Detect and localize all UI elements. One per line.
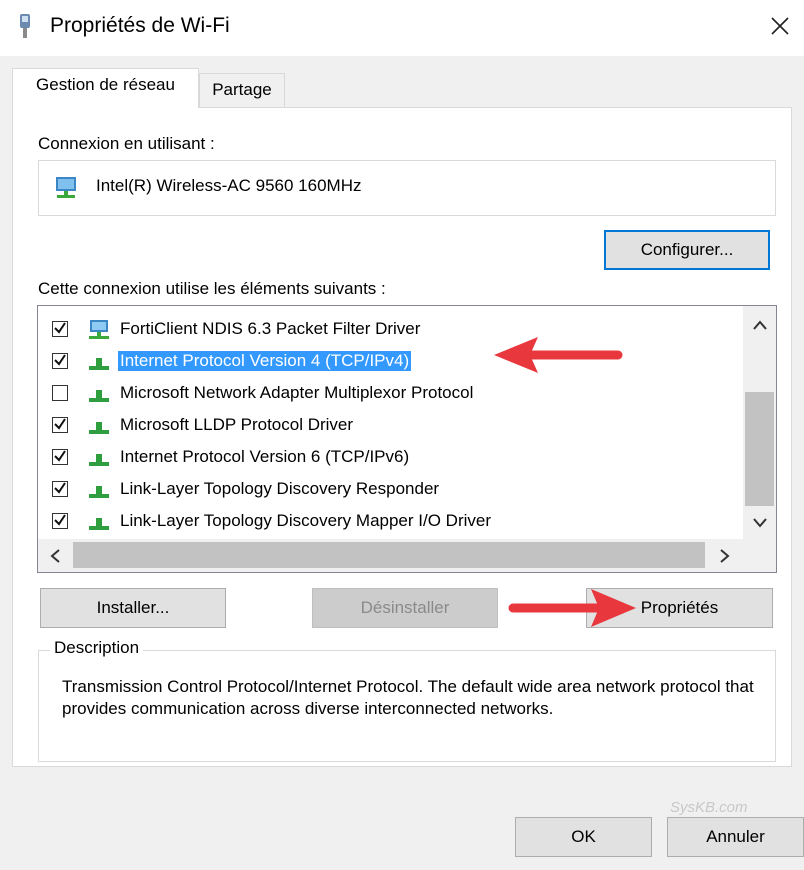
annotation-arrow-icon [508, 589, 636, 627]
checkbox[interactable] [52, 417, 68, 433]
checkbox[interactable] [52, 321, 68, 337]
connection-label: Connexion en utilisant : [38, 134, 215, 153]
chevron-up-icon[interactable] [753, 320, 767, 330]
cancel-button[interactable]: Annuler [667, 817, 804, 857]
vertical-scroll-thumb[interactable] [745, 392, 774, 506]
components-label: Cette connexion utilise les éléments sui… [38, 279, 386, 298]
horizontal-scroll-thumb[interactable] [73, 542, 705, 568]
title-bar: Propriétés de Wi-Fi [0, 0, 804, 56]
network-adapter-icon [20, 14, 30, 38]
chevron-right-icon[interactable] [720, 549, 730, 563]
checkbox[interactable] [52, 385, 68, 401]
components-list: FortiClient NDIS 6.3 Packet Filter Drive… [37, 305, 777, 573]
window-title: Propriétés de Wi-Fi [50, 14, 230, 37]
list-item-label: FortiClient NDIS 6.3 Packet Filter Drive… [120, 319, 421, 338]
monitor-network-icon [89, 320, 109, 339]
list-item[interactable]: Microsoft Network Adapter Multiplexor Pr… [38, 378, 738, 410]
ok-button[interactable]: OK [515, 817, 652, 857]
network-adapter-icon [56, 177, 76, 198]
checkbox[interactable] [52, 481, 68, 497]
list-item[interactable]: Link-Layer Topology Discovery Responder [38, 474, 738, 506]
list-item[interactable]: Internet Protocol Version 4 (TCP/IPv4) [38, 346, 738, 378]
chevron-down-icon[interactable] [753, 518, 767, 528]
list-item-label: Internet Protocol Version 6 (TCP/IPv6) [120, 447, 410, 466]
close-icon[interactable] [768, 14, 792, 38]
protocol-icon [89, 390, 109, 402]
list-item-label: Microsoft LLDP Protocol Driver [120, 415, 354, 434]
list-item[interactable]: Microsoft LLDP Protocol Driver [38, 410, 738, 442]
check-icon [54, 514, 66, 526]
list-item-label: Link-Layer Topology Discovery Mapper I/O… [120, 511, 491, 530]
checkbox[interactable] [52, 353, 68, 369]
description-legend: Description [50, 638, 144, 658]
description-text: Transmission Control Protocol/Internet P… [62, 677, 754, 718]
tab-partage[interactable]: Partage [199, 73, 285, 108]
vertical-scrollbar[interactable] [743, 306, 776, 539]
check-icon [54, 322, 66, 334]
check-icon [54, 418, 66, 430]
adapter-box: Intel(R) Wireless-AC 9560 160MHz [38, 160, 776, 216]
adapter-name: Intel(R) Wireless-AC 9560 160MHz [96, 176, 362, 195]
protocol-icon [89, 454, 109, 466]
protocol-icon [89, 422, 109, 434]
list-item-label: Link-Layer Topology Discovery Responder [120, 479, 440, 498]
list-item[interactable]: FortiClient NDIS 6.3 Packet Filter Drive… [38, 314, 738, 346]
annotation-arrow-icon [494, 337, 623, 373]
horizontal-scrollbar[interactable] [38, 539, 776, 572]
install-button[interactable]: Installer... [40, 588, 226, 628]
list-item-label: Microsoft Network Adapter Multiplexor Pr… [120, 383, 474, 402]
watermark: SysKB.com [670, 799, 748, 816]
chevron-left-icon[interactable] [50, 549, 60, 563]
list-item[interactable]: Internet Protocol Version 6 (TCP/IPv6) [38, 442, 738, 474]
checkbox[interactable] [52, 449, 68, 465]
protocol-icon [89, 518, 109, 530]
list-item-label: Internet Protocol Version 4 (TCP/IPv4) [118, 351, 412, 371]
scrollbar-corner [743, 539, 776, 572]
check-icon [54, 482, 66, 494]
list-item[interactable]: Link-Layer Topology Discovery Mapper I/O… [38, 506, 738, 538]
checkbox[interactable] [52, 513, 68, 529]
check-icon [54, 354, 66, 366]
protocol-icon [89, 358, 109, 370]
configure-button[interactable]: Configurer... [604, 230, 770, 270]
check-icon [54, 450, 66, 462]
tab-gestion-de-reseau[interactable]: Gestion de réseau [12, 68, 199, 108]
uninstall-button[interactable]: Désinstaller [312, 588, 498, 628]
protocol-icon [89, 486, 109, 498]
